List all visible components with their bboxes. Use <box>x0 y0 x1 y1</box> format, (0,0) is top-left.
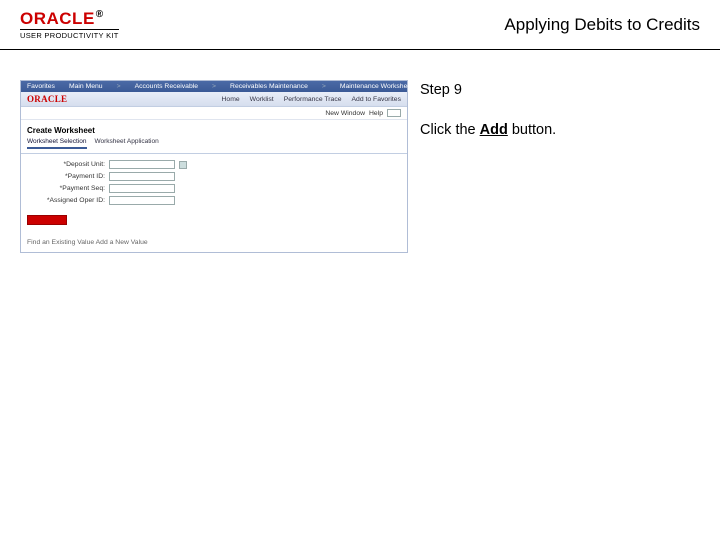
deposit-unit-input[interactable] <box>109 160 175 169</box>
oper-id-label: *Assigned Oper ID: <box>27 197 105 204</box>
instruction-panel: Step 9 Click the Add button. <box>410 50 720 253</box>
payment-seq-label: *Payment Seq: <box>27 185 105 192</box>
section-title: Create Worksheet <box>27 126 95 135</box>
mini-top-nav: Favorites Main Menu > Accounts Receivabl… <box>21 81 407 92</box>
payment-id-input[interactable] <box>109 172 175 181</box>
payment-id-label: *Payment ID: <box>27 173 105 180</box>
oracle-logo: ORACLE® <box>20 10 119 27</box>
mini-footer[interactable]: Find an Existing Value Add a New Value <box>21 233 407 252</box>
tab-strip: Worksheet Selection Worksheet Applicatio… <box>21 138 407 154</box>
brand-block: ORACLE® USER PRODUCTIVITY KIT <box>20 10 119 40</box>
crumb-2[interactable]: Receivables Maintenance <box>230 83 308 90</box>
tab-worksheet-application[interactable]: Worksheet Application <box>95 138 159 149</box>
new-window-link[interactable]: New Window <box>325 110 365 117</box>
mini-brand-bar: ORACLE Home Worklist Performance Trace A… <box>21 92 407 107</box>
add-button[interactable] <box>27 215 67 225</box>
util-icon[interactable] <box>387 109 401 117</box>
product-line: USER PRODUCTIVITY KIT <box>20 29 119 40</box>
add-fav-link[interactable]: Add to Favorites <box>352 96 402 103</box>
worklist-link[interactable]: Worklist <box>250 96 274 103</box>
nav-main-menu[interactable]: Main Menu <box>69 83 103 90</box>
oper-id-input[interactable] <box>109 196 175 205</box>
payment-seq-input[interactable] <box>109 184 175 193</box>
home-link[interactable]: Home <box>222 96 240 103</box>
page-title: Applying Debits to Credits <box>504 15 700 35</box>
deposit-unit-label: *Deposit Unit: <box>27 161 105 168</box>
step-bold: Add <box>480 122 508 138</box>
lookup-icon[interactable] <box>179 161 187 169</box>
nav-favorites[interactable]: Favorites <box>27 83 55 90</box>
page-header: ORACLE® USER PRODUCTIVITY KIT Applying D… <box>0 0 720 50</box>
crumb-1[interactable]: Accounts Receivable <box>135 83 198 90</box>
tab-worksheet-selection[interactable]: Worksheet Selection <box>27 138 87 149</box>
step-text: Click the Add button. <box>420 120 700 142</box>
mini-oracle-logo: ORACLE <box>27 94 67 104</box>
help-link[interactable]: Help <box>369 110 383 117</box>
mini-util-bar: New Window Help <box>21 107 407 120</box>
perf-trace-link[interactable]: Performance Trace <box>284 96 342 103</box>
step-label: Step 9 <box>420 80 700 102</box>
embedded-screenshot: Favorites Main Menu > Accounts Receivabl… <box>0 50 410 253</box>
form-grid: *Deposit Unit: *Payment ID: *Payment Seq… <box>21 154 407 211</box>
crumb-3[interactable]: Maintenance Worksheet <box>340 83 413 90</box>
